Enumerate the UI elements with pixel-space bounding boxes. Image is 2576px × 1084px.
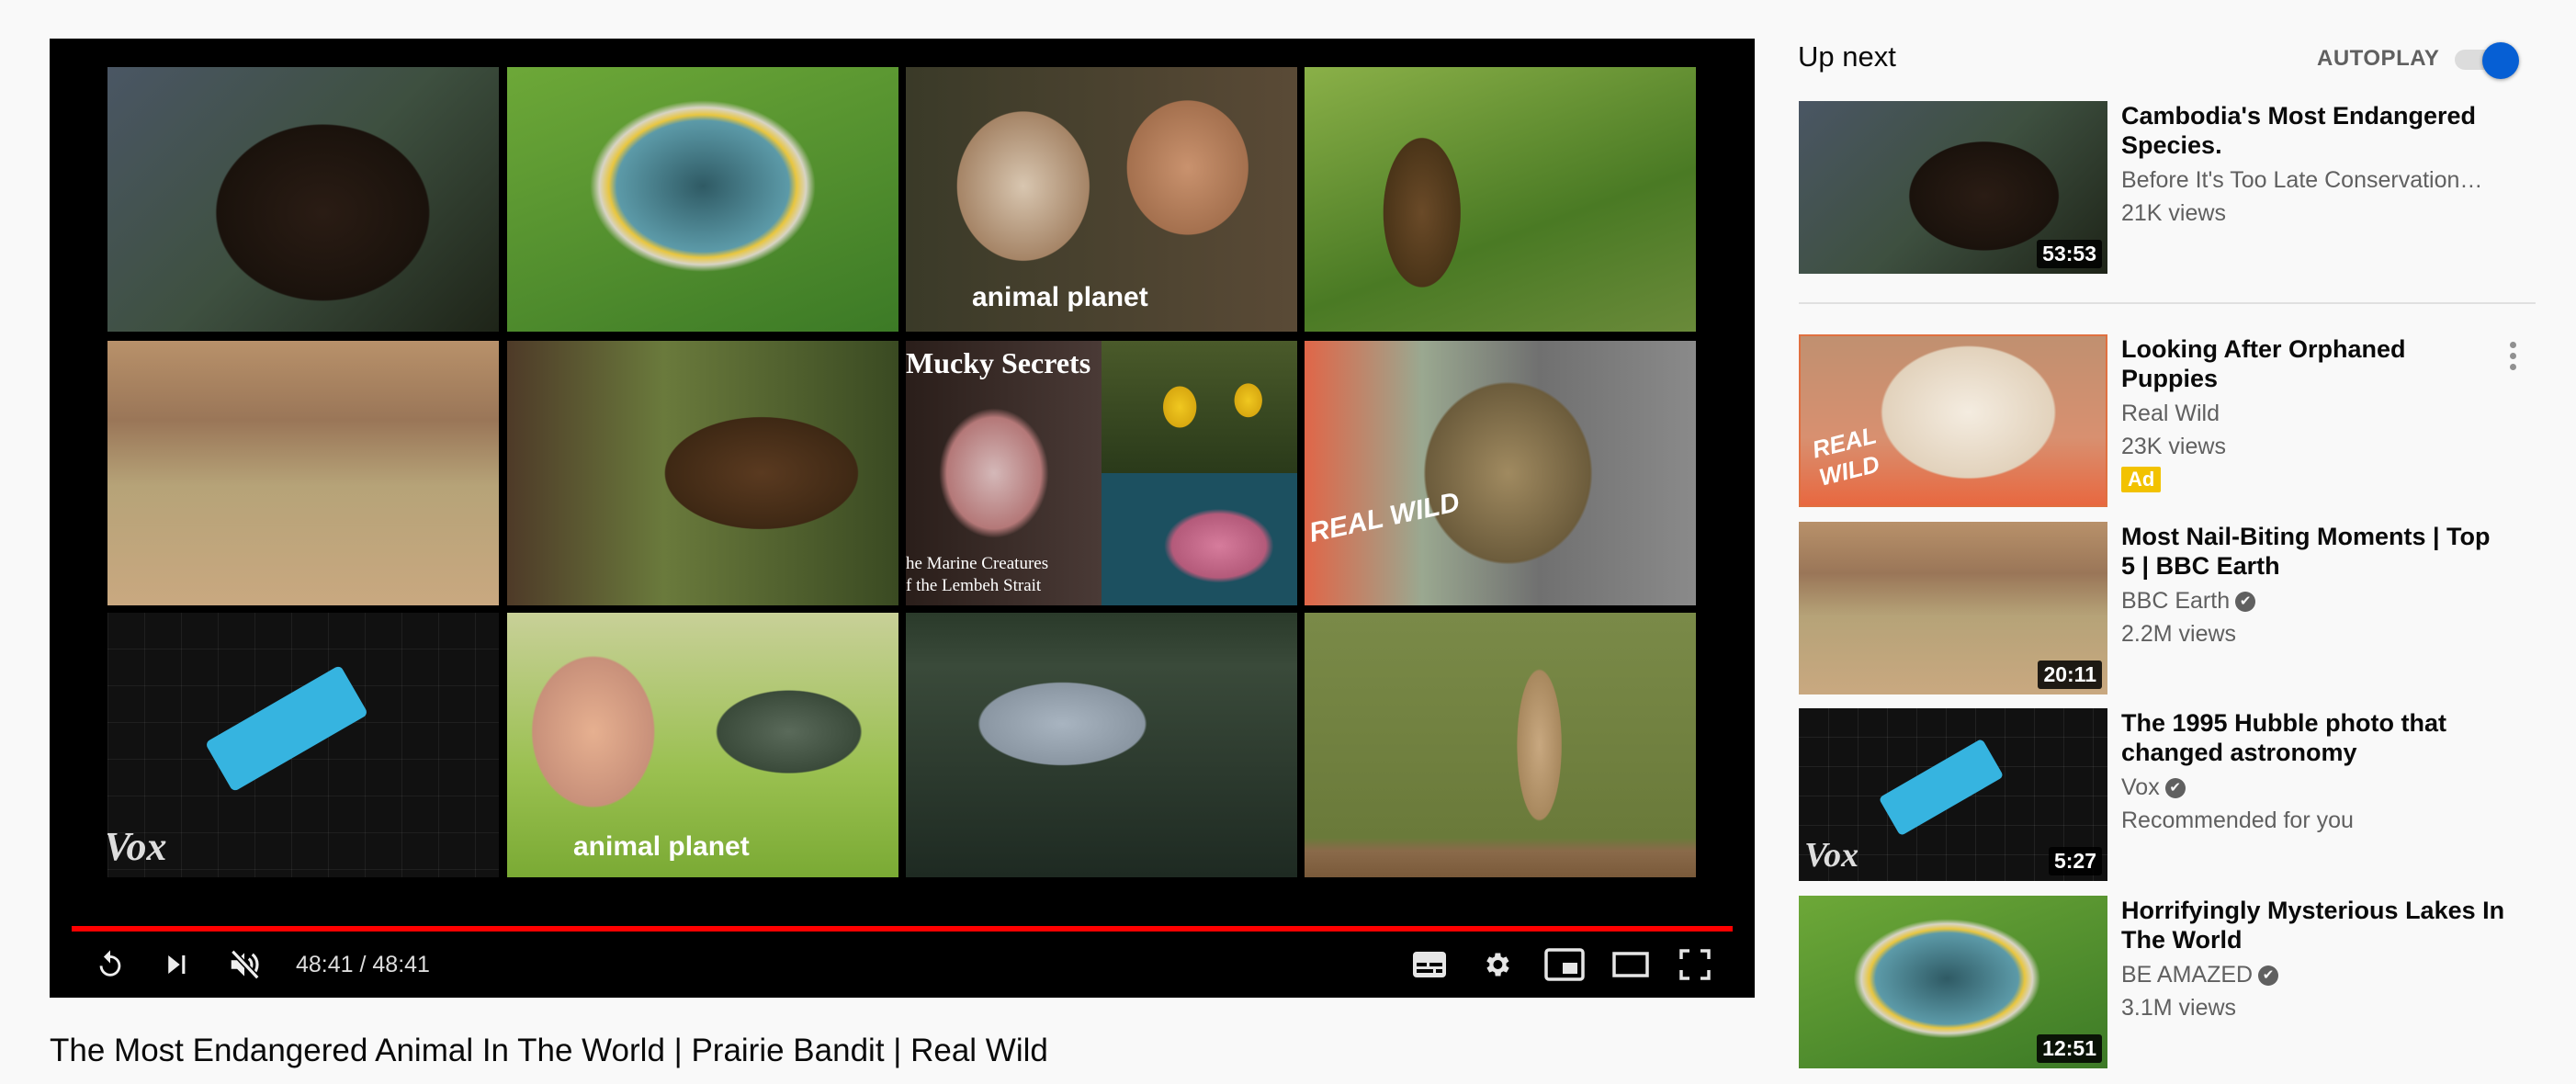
sidebar-ad-video[interactable]: REAL WILD Looking After Orphaned Puppies … <box>1799 334 2552 507</box>
verified-icon: ✔ <box>2258 965 2279 987</box>
vox-logo: Vox <box>107 824 167 869</box>
captions-icon <box>1413 952 1446 977</box>
verified-icon: ✔ <box>2235 592 2256 613</box>
mucky-secrets-subtitle-2: f the Lembeh Strait <box>906 576 1042 595</box>
more-options-icon[interactable] <box>2506 340 2519 373</box>
channel-name[interactable]: BBC Earth ✔ <box>2121 584 2507 617</box>
settings-button[interactable] <box>1478 948 1515 981</box>
autoplay-toggle-knob <box>2482 42 2519 79</box>
end-screen-tile-slow-loris[interactable]: animal planet <box>906 67 1297 332</box>
video-title-link[interactable]: Looking After Orphaned Puppies <box>2121 334 2507 393</box>
end-screen-tile-sun-bear[interactable] <box>107 67 499 332</box>
up-next-video[interactable]: 20:11 Most Nail-Biting Moments | Top 5 |… <box>1799 522 2552 694</box>
next-button[interactable] <box>160 948 193 981</box>
up-next-video[interactable]: 53:53 Cambodia's Most Endangered Species… <box>1799 101 2552 274</box>
video-title-link[interactable]: Horrifyingly Mysterious Lakes In The Wor… <box>2121 896 2507 954</box>
theater-mode-button[interactable] <box>1611 948 1650 981</box>
channel-name-text: BBC Earth <box>2121 588 2231 614</box>
duration-badge: 20:11 <box>2038 661 2102 689</box>
video-title: The Most Endangered Animal In The World … <box>50 1033 1048 1068</box>
end-screen-tile-cheetah-chase[interactable] <box>107 341 499 605</box>
view-count: 3.1M views <box>2121 995 2237 1021</box>
end-screen-tile-mucky-secrets[interactable]: Mucky Secrets he Marine Creatures f the … <box>906 341 1297 605</box>
miniplayer-button[interactable] <box>1543 948 1586 981</box>
view-count: 2.2M views <box>2121 621 2237 647</box>
channel-name-text: BE AMAZED <box>2121 962 2254 988</box>
time-display: 48:41 / 48:41 <box>296 952 430 977</box>
channel-name[interactable]: Real Wild <box>2121 397 2507 430</box>
recommendation-reason: Recommended for you <box>2121 807 2354 833</box>
end-screen-tile-crocodile[interactable]: animal planet <box>507 613 898 877</box>
vox-logo: Vox <box>1804 836 1859 875</box>
video-thumbnail[interactable]: Vox 5:27 <box>1799 708 2107 881</box>
mucky-secrets-title: Mucky Secrets <box>906 346 1091 379</box>
up-next-heading: Up next <box>1798 40 1896 73</box>
verified-icon: ✔ <box>2164 778 2186 799</box>
replay-icon <box>99 950 121 977</box>
end-screen-tile-hippo[interactable] <box>906 613 1297 877</box>
gear-icon <box>1486 953 1509 977</box>
video-thumbnail[interactable]: 53:53 <box>1799 101 2107 274</box>
theater-mode-icon <box>1612 952 1649 977</box>
animal-planet-logo-2: animal planet <box>573 831 750 862</box>
end-screen-tile-tribesman[interactable] <box>1305 67 1696 332</box>
end-screen-tile-crater-lake[interactable] <box>507 67 898 332</box>
end-screen-tile-prairie-dog[interactable] <box>1305 613 1696 877</box>
video-thumbnail[interactable]: REAL WILD <box>1799 334 2107 507</box>
end-screen-tile-margay[interactable]: REAL WILD <box>1305 341 1696 605</box>
channel-name[interactable]: Before It's Too Late Conservation… <box>2121 164 2507 197</box>
autoplay-label: AUTOPLAY <box>2317 46 2440 71</box>
captions-button[interactable] <box>1411 948 1448 981</box>
fullscreen-button[interactable] <box>1678 948 1712 981</box>
end-screen-tile-brown-bears[interactable] <box>507 341 898 605</box>
duration-badge: 53:53 <box>2037 240 2102 268</box>
volume-muted-icon <box>231 949 260 980</box>
channel-name[interactable]: BE AMAZED ✔ <box>2121 958 2507 991</box>
duration-badge: 5:27 <box>2048 847 2102 875</box>
video-title-link[interactable]: The 1995 Hubble photo that changed astro… <box>2121 708 2507 767</box>
progress-bar[interactable] <box>72 926 1733 932</box>
channel-name-text: Vox <box>2121 774 2160 800</box>
autoplay-toggle[interactable] <box>2455 42 2519 79</box>
up-next-video[interactable]: Vox 5:27 The 1995 Hubble photo that chan… <box>1799 708 2552 881</box>
animal-planet-logo: animal planet <box>972 282 1148 312</box>
duration-badge: 12:51 <box>2037 1034 2102 1063</box>
miniplayer-icon <box>1544 948 1585 981</box>
video-title-link[interactable]: Most Nail-Biting Moments | Top 5 | BBC E… <box>2121 522 2507 581</box>
divider <box>1799 302 2536 304</box>
fullscreen-icon <box>1679 949 1711 980</box>
view-count: 21K views <box>2121 200 2226 226</box>
end-screen-tile-hubble[interactable]: Vox <box>107 613 499 877</box>
replay-button[interactable] <box>94 948 127 981</box>
video-thumbnail[interactable]: 20:11 <box>1799 522 2107 694</box>
channel-name[interactable]: Vox ✔ <box>2121 771 2507 804</box>
view-count: 23K views <box>2121 434 2226 459</box>
video-thumbnail[interactable]: 12:51 <box>1799 896 2107 1068</box>
video-title-link[interactable]: Cambodia's Most Endangered Species. <box>2121 101 2507 160</box>
mute-button[interactable] <box>226 948 263 981</box>
ad-badge: Ad <box>2121 467 2162 492</box>
up-next-video[interactable]: 12:51 Horrifyingly Mysterious Lakes In T… <box>1799 896 2552 1068</box>
mucky-secrets-subtitle-1: he Marine Creatures <box>906 554 1049 573</box>
video-player[interactable]: animal planet Mucky Secrets he Marine Cr… <box>50 39 1755 998</box>
next-icon <box>168 955 186 974</box>
